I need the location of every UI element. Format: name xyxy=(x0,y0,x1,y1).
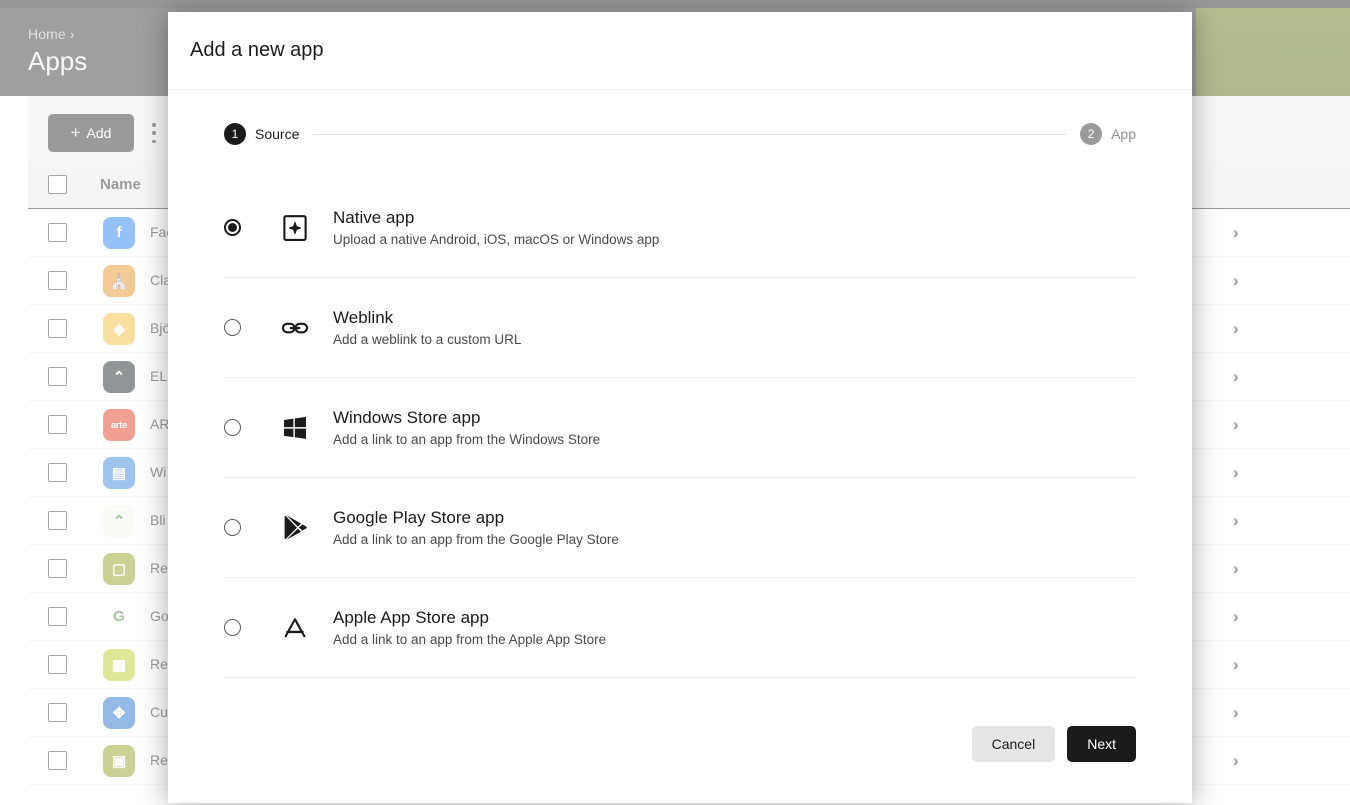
cancel-button[interactable]: Cancel xyxy=(971,726,1056,762)
step-2-badge: 2 xyxy=(1080,123,1103,145)
radio-native-app[interactable] xyxy=(224,219,241,236)
option-weblink[interactable]: Weblink Add a weblink to a custom URL xyxy=(224,278,1136,378)
option-description: Add a weblink to a custom URL xyxy=(333,331,522,347)
add-new-app-dialog: Add a new app 1 Source 2 App Native app U… xyxy=(168,12,1192,803)
step-source[interactable]: 1 Source xyxy=(224,123,299,145)
option-description: Add a link to an app from the Google Pla… xyxy=(333,531,619,547)
option-description: Upload a native Android, iOS, macOS or W… xyxy=(333,231,660,247)
radio-google-play-store-app[interactable] xyxy=(224,519,241,536)
option-title: Weblink xyxy=(333,307,394,327)
windows-icon xyxy=(274,407,316,449)
google-play-icon xyxy=(274,507,316,549)
option-apple-app-store-app[interactable]: Apple App Store app Add a link to an app … xyxy=(224,578,1136,678)
option-title: Apple App Store app xyxy=(333,607,489,627)
source-options-list: Native app Upload a native Android, iOS, … xyxy=(208,178,1152,678)
step-1-badge: 1 xyxy=(224,123,246,145)
option-title: Windows Store app xyxy=(333,407,481,427)
link-icon xyxy=(274,307,316,349)
native-app-icon xyxy=(274,207,316,249)
option-description: Add a link to an app from the Apple App … xyxy=(333,631,607,647)
stepper-connector-line xyxy=(313,133,1067,135)
option-windows-store-app[interactable]: Windows Store app Add a link to an app fr… xyxy=(224,378,1136,478)
step-1-label: Source xyxy=(255,126,300,142)
dialog-header: Add a new app xyxy=(168,12,1192,90)
radio-windows-store-app[interactable] xyxy=(224,419,241,436)
option-description: Add a link to an app from the Windows St… xyxy=(333,431,601,447)
dialog-footer: Cancel Next xyxy=(208,685,1152,803)
option-title: Native app xyxy=(333,207,415,227)
dialog-body: 1 Source 2 App Native app Upload a native… xyxy=(168,90,1192,803)
step-2-label: App xyxy=(1111,126,1136,142)
radio-apple-app-store-app[interactable] xyxy=(224,619,241,636)
wizard-stepper: 1 Source 2 App xyxy=(208,90,1152,178)
radio-weblink[interactable] xyxy=(224,319,241,336)
option-google-play-store-app[interactable]: Google Play Store app Add a link to an ap… xyxy=(224,478,1136,578)
dialog-title: Add a new app xyxy=(190,39,324,61)
step-app[interactable]: 2 App xyxy=(1080,123,1136,145)
apple-app-store-icon xyxy=(274,607,316,649)
next-button[interactable]: Next xyxy=(1067,726,1136,762)
option-native-app[interactable]: Native app Upload a native Android, iOS, … xyxy=(224,178,1136,278)
option-title: Google Play Store app xyxy=(333,507,505,527)
